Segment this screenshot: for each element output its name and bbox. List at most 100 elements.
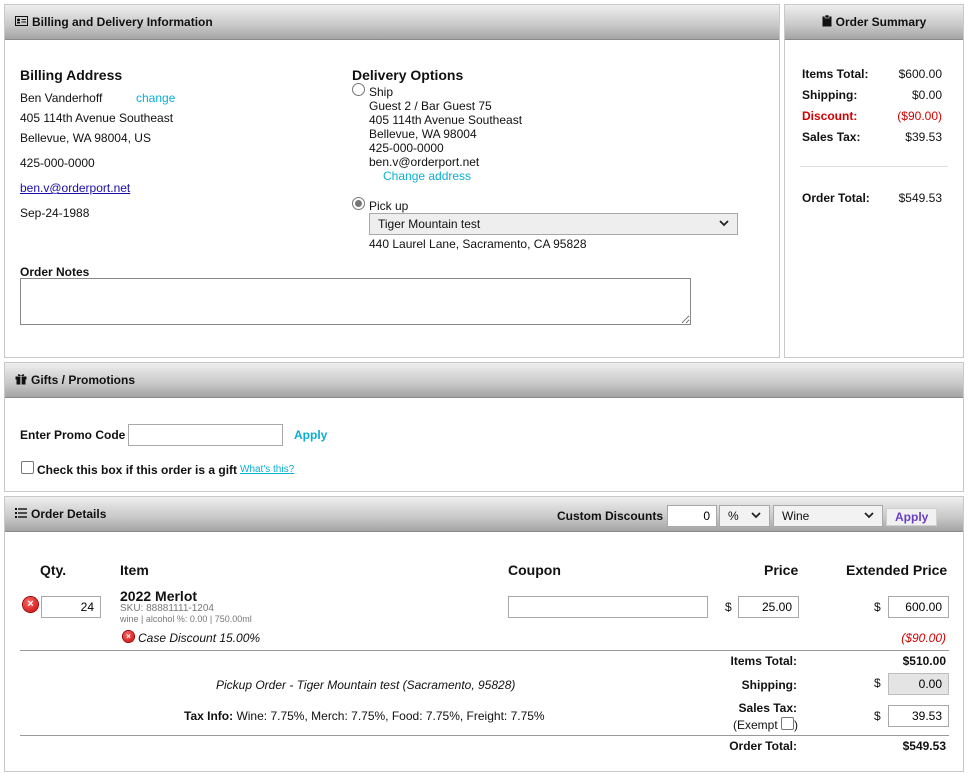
exempt-text: (Exempt	[733, 718, 778, 732]
clipboard-icon	[822, 14, 832, 30]
chevron-down-icon	[719, 219, 729, 230]
column-price: Price	[764, 562, 799, 578]
pickup-label: Pick up	[369, 199, 409, 213]
exempt-label: (Exempt )	[733, 717, 798, 732]
whats-this-link[interactable]: What's this?	[240, 464, 294, 475]
tax-info: Tax Info: Wine: 7.75%, Merch: 7.75%, Foo…	[184, 709, 545, 723]
pickup-location-select[interactable]: Tiger Mountain test	[369, 213, 738, 235]
summary-items-total: $600.00	[898, 67, 942, 81]
details-shipping-input[interactable]	[888, 673, 949, 695]
billing-address-heading: Billing Address	[20, 67, 123, 83]
promo-apply-link[interactable]: Apply	[294, 428, 327, 442]
pickup-address: 440 Laurel Lane, Sacramento, CA 95828	[369, 237, 587, 251]
tax-exempt-checkbox[interactable]	[781, 717, 795, 730]
chevron-down-icon	[751, 511, 761, 522]
billing-dob: Sep-24-1988	[20, 206, 90, 220]
custom-discount-apply-button[interactable]: Apply	[886, 508, 938, 526]
order-notes-label: Order Notes	[20, 265, 90, 279]
discount-type-value: %	[728, 509, 739, 523]
details-items-total: $510.00	[902, 654, 946, 668]
column-item: Item	[120, 562, 149, 578]
summary-items-total-label: Items Total:	[802, 67, 869, 81]
ship-city: Bellevue, WA 98004	[369, 127, 477, 141]
case-discount-amount: ($90.00)	[901, 631, 946, 645]
list-icon	[15, 507, 27, 521]
summary-sales-tax: $39.53	[905, 130, 942, 144]
billing-name: Ben Vanderhoff	[20, 91, 103, 105]
price-currency: $	[725, 600, 732, 614]
gift-checkbox[interactable]	[21, 461, 34, 474]
discount-category-select[interactable]: Wine	[773, 505, 883, 527]
extended-currency: $	[874, 600, 881, 614]
summary-discount: ($90.00)	[897, 109, 942, 123]
details-sales-tax-input[interactable]	[888, 705, 949, 727]
order-summary-header: Order Summary	[785, 5, 963, 40]
details-shipping-label: Shipping:	[741, 678, 797, 692]
details-sales-tax-label: Sales Tax:	[738, 701, 797, 715]
item-extended-input[interactable]	[888, 596, 949, 618]
gift-checkbox-label: Check this box if this order is a gift	[37, 463, 238, 477]
remove-item-icon[interactable]: ×	[23, 597, 38, 612]
remove-discount-icon[interactable]: ×	[123, 631, 134, 642]
item-price-input[interactable]	[738, 596, 799, 618]
summary-shipping-label: Shipping:	[802, 88, 858, 102]
billing-email-link[interactable]: ben.v@orderport.net	[20, 181, 130, 195]
shipping-currency: $	[874, 676, 881, 690]
item-qty-input[interactable]	[41, 596, 101, 618]
summary-shipping: $0.00	[911, 88, 942, 102]
ship-street: 405 114th Avenue Southeast	[369, 113, 523, 127]
tax-info-text: Wine: 7.75%, Merch: 7.75%, Food: 7.75%, …	[233, 709, 545, 723]
change-address-link[interactable]: Change address	[383, 169, 471, 183]
order-details-panel: Order Details Custom Discounts % Wine Ap…	[4, 496, 964, 772]
gifts-title: Gifts / Promotions	[31, 373, 136, 387]
coupon-input[interactable]	[508, 596, 708, 618]
chevron-down-icon	[864, 511, 874, 522]
tax-currency: $	[874, 709, 881, 723]
item-meta: wine | alcohol %: 0.00 | 750.00ml	[120, 614, 252, 624]
pickup-location-value: Tiger Mountain test	[378, 217, 481, 231]
billing-city: Bellevue, WA 98004, US	[20, 131, 151, 145]
ship-label: Ship	[369, 85, 394, 99]
item-sku: SKU: 88881111-1204	[120, 603, 214, 614]
custom-discounts-label: Custom Discounts	[557, 509, 664, 523]
promo-code-label: Enter Promo Code	[20, 428, 126, 442]
pickup-note: Pickup Order - Tiger Mountain test (Sacr…	[216, 678, 516, 692]
item-name: 2022 Merlot	[120, 588, 198, 604]
delivery-options-heading: Delivery Options	[352, 67, 464, 83]
promo-code-input[interactable]	[128, 424, 283, 446]
summary-order-total: $549.53	[898, 191, 942, 205]
discount-category-value: Wine	[782, 509, 810, 523]
summary-divider	[800, 166, 948, 167]
discount-type-select[interactable]: %	[719, 505, 770, 527]
change-billing-link[interactable]: change	[136, 91, 175, 105]
ship-email: ben.v@orderport.net	[369, 155, 480, 169]
gifts-header: Gifts / Promotions	[5, 363, 963, 398]
pickup-radio[interactable]	[352, 197, 365, 210]
details-divider-top	[20, 650, 949, 651]
billing-street: 405 114th Avenue Southeast	[20, 111, 174, 125]
summary-sales-tax-label: Sales Tax:	[802, 130, 861, 144]
custom-discount-input[interactable]	[667, 505, 717, 527]
tax-info-label: Tax Info:	[184, 709, 234, 723]
details-divider-bottom	[20, 735, 949, 736]
gifts-promotions-panel: Gifts / Promotions Enter Promo Code Appl…	[4, 362, 964, 492]
column-qty: Qty.	[40, 562, 67, 578]
details-items-total-label: Items Total:	[730, 654, 797, 668]
order-summary-panel: Order Summary Items Total: $600.00 Shipp…	[784, 4, 964, 358]
ship-phone: 425-000-0000	[369, 141, 444, 155]
exempt-close: )	[794, 718, 799, 732]
order-notes-textarea[interactable]	[20, 278, 691, 325]
summary-discount-label: Discount:	[802, 109, 858, 123]
billing-delivery-header: Billing and Delivery Information	[5, 5, 779, 40]
ship-radio[interactable]	[352, 83, 365, 96]
details-order-total-label: Order Total:	[729, 739, 797, 753]
billing-phone: 425-000-0000	[20, 156, 95, 170]
order-details-title: Order Details	[31, 507, 107, 521]
details-order-total: $549.53	[902, 739, 946, 753]
gift-icon	[15, 373, 27, 388]
ship-name: Guest 2 / Bar Guest 75	[369, 99, 492, 113]
order-summary-title: Order Summary	[835, 15, 927, 29]
billing-delivery-panel: Billing and Delivery Information Billing…	[4, 4, 780, 358]
id-card-icon	[15, 15, 28, 29]
billing-delivery-title: Billing and Delivery Information	[32, 15, 213, 29]
